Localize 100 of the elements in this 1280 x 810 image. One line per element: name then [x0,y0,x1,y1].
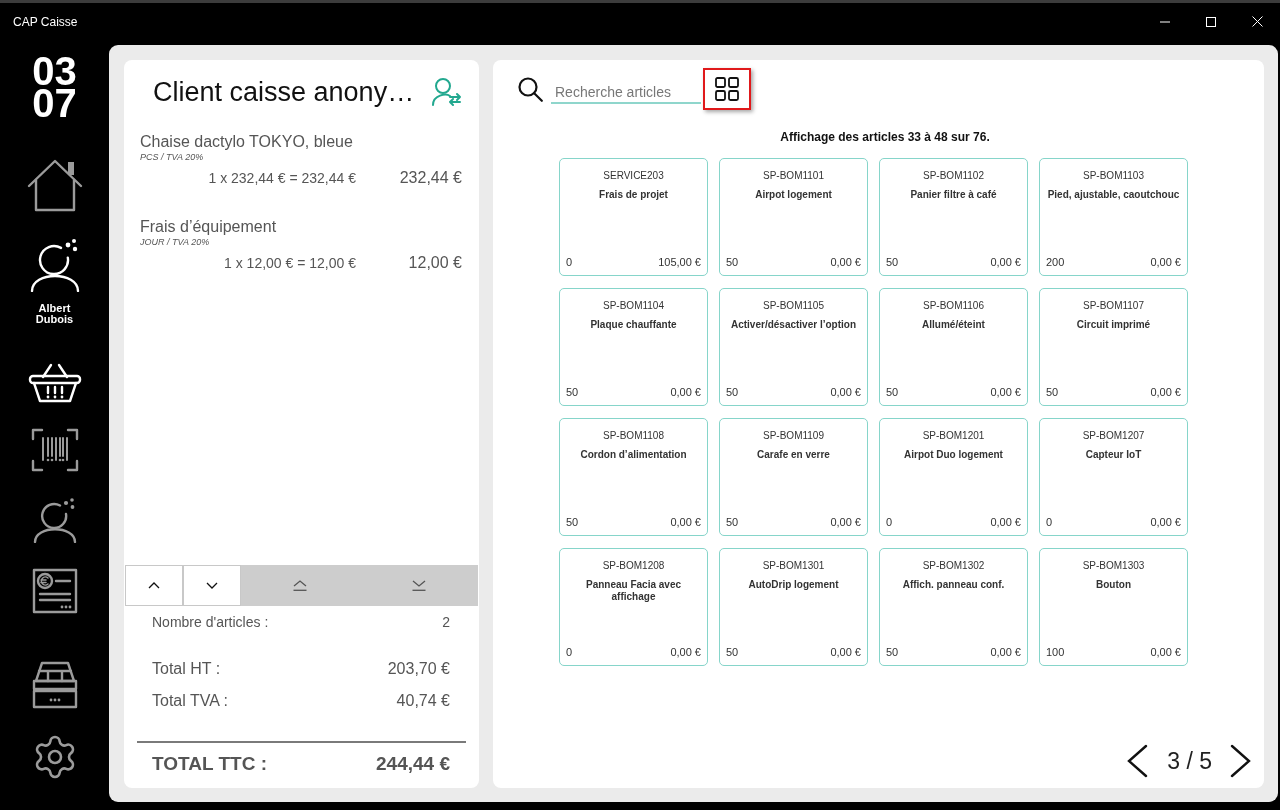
article-tile[interactable]: SP-BOM1208 Panneau Facia avec affichage 0 0,00 € [559,548,708,666]
article-quantity: 50 [726,645,739,659]
article-quantity: 50 [886,255,899,269]
article-tile[interactable]: SP-BOM1303 Bouton 100 0,00 € [1039,548,1188,666]
maximize-icon[interactable] [1206,16,1216,27]
chevron-down-icon [206,582,218,589]
article-price: 0,00 € [670,515,701,529]
user-icon[interactable] [28,238,81,292]
article-quantity: 0 [566,255,573,269]
summary-value: 40,74 € [396,691,450,711]
article-quantity: 0 [566,645,573,659]
chevron-right-icon[interactable] [1230,744,1252,778]
article-tile[interactable]: SP-BOM1102 Panier filtre à café 50 0,00 € [879,158,1028,276]
barcode-icon[interactable] [30,428,79,472]
article-name: Circuit imprimé [1075,319,1152,331]
article-price: 0,00 € [830,385,861,399]
article-name: AutoDrip logement [747,579,840,591]
customer-name: Client caisse anony… [153,76,415,109]
user-icon[interactable] [32,497,77,543]
article-quantity: 50 [886,645,899,659]
article-name: Airpot Duo logement [903,449,1004,461]
article-tile[interactable]: SP-BOM1207 Capteur IoT 0 0,00 € [1039,418,1188,536]
article-name: Pied, ajustable, caoutchouc [1046,189,1181,201]
home-icon[interactable] [26,157,83,213]
article-price: 0,00 € [990,645,1021,659]
article-tile[interactable]: SERVICE203 Frais de projet 0 105,00 € [559,158,708,276]
basket-icon[interactable] [27,363,82,403]
article-price: 0,00 € [670,385,701,399]
article-tile[interactable]: SP-BOM1105 Activer/désactiver l’option 50 0,00 € [719,288,868,406]
article-code: SP-BOM1109 [762,429,825,442]
article-code: SP-BOM1303 [1081,559,1146,572]
summary-value: 2 [442,613,450,631]
search-field[interactable]: Recherche articles [551,82,701,104]
grid-icon [715,77,739,101]
article-name: Capteur IoT [1084,449,1143,461]
article-tile[interactable]: SP-BOM1101 Airpot logement 50 0,00 € [719,158,868,276]
article-price: 0,00 € [1150,385,1181,399]
summary-label: Total HT : [152,659,221,679]
article-quantity: 50 [1046,385,1059,399]
article-code: SP-BOM1106 [922,299,985,312]
article-code: SERVICE203 [602,169,665,182]
search-icon[interactable] [518,76,543,102]
article-price: 0,00 € [1150,645,1181,659]
total-value: 244,44 € [376,752,450,775]
minimize-icon[interactable] [1160,20,1170,23]
clock-text: 07 [32,87,77,119]
article-tile[interactable]: SP-BOM1109 Carafe en verre 50 0,00 € [719,418,868,536]
article-name: Allumé/éteint [921,319,986,331]
user-swap-icon[interactable] [432,78,462,106]
cart-line-unit: PCS / TVA 20% [140,152,205,163]
article-code: SP-BOM1104 [602,299,665,312]
article-tile[interactable]: SP-BOM1103 Pied, ajustable, caoutchouc 200 0,00 € [1039,158,1188,276]
article-name: Airpot logement [754,189,833,201]
close-icon[interactable] [1251,16,1263,27]
article-price: 0,00 € [990,385,1021,399]
window-title: CAP Caisse [13,14,78,29]
article-quantity: 0 [886,515,893,529]
article-code: SP-BOM1102 [922,169,985,182]
summary-label: Total TVA : [152,691,228,711]
chevron-left-icon[interactable] [1126,744,1149,778]
chevron-down-bar-icon [411,580,426,591]
article-price: 0,00 € [1150,255,1181,269]
article-tile[interactable]: SP-BOM1302 Affich. panneau conf. 50 0,00 € [879,548,1028,666]
article-tile[interactable]: SP-BOM1106 Allumé/éteint 50 0,00 € [879,288,1028,406]
article-code: SP-BOM1207 [1081,429,1146,442]
article-tile[interactable]: SP-BOM1301 AutoDrip logement 50 0,00 € [719,548,868,666]
article-name: Panneau Facia avec affichage [584,579,683,603]
article-tile[interactable]: SP-BOM1201 Airpot Duo logement 0 0,00 € [879,418,1028,536]
article-code: SP-BOM1107 [1082,299,1145,312]
chevron-up-bar-icon [293,580,308,591]
article-price: 0,00 € [830,255,861,269]
cart-line-amount: 232,44 € [398,168,462,188]
article-price: 0,00 € [1150,515,1181,529]
cart-line-amount: 12,00 € [407,253,462,273]
cash-register-icon[interactable] [31,661,78,709]
article-code: SP-BOM1105 [762,299,825,312]
article-name: Cordon d’alimentation [579,449,688,461]
article-tile[interactable]: SP-BOM1104 Plaque chauffante 50 0,00 € [559,288,708,406]
article-quantity: 50 [886,385,899,399]
article-quantity: 50 [566,515,579,529]
article-name: Frais de projet [598,189,669,201]
article-name: Panier filtre à café [909,189,998,201]
article-code: SP-BOM1101 [762,169,825,182]
article-name: Affich. panneau conf. [901,579,1006,591]
article-quantity: 50 [566,385,579,399]
article-quantity: 50 [726,255,739,269]
article-tile[interactable]: SP-BOM1108 Cordon d’alimentation 50 0,00 € [559,418,708,536]
article-tile[interactable]: SP-BOM1107 Circuit imprimé 50 0,00 € [1039,288,1188,406]
page-indicator: 3 / 5 [1167,747,1212,775]
invoice-icon[interactable] [31,568,78,614]
article-code: SP-BOM1201 [921,429,986,442]
grid-view-button[interactable] [703,68,751,110]
article-code: SP-BOM1108 [602,429,665,442]
article-price: 105,00 € [658,255,701,269]
cart-line-name: Frais d’équipement [140,217,278,237]
total-label: TOTAL TTC : [152,752,268,775]
article-name: Bouton [1095,579,1132,591]
article-name: Carafe en verre [756,449,831,461]
article-quantity: 200 [1046,255,1065,269]
article-code: SP-BOM1103 [1082,169,1145,182]
